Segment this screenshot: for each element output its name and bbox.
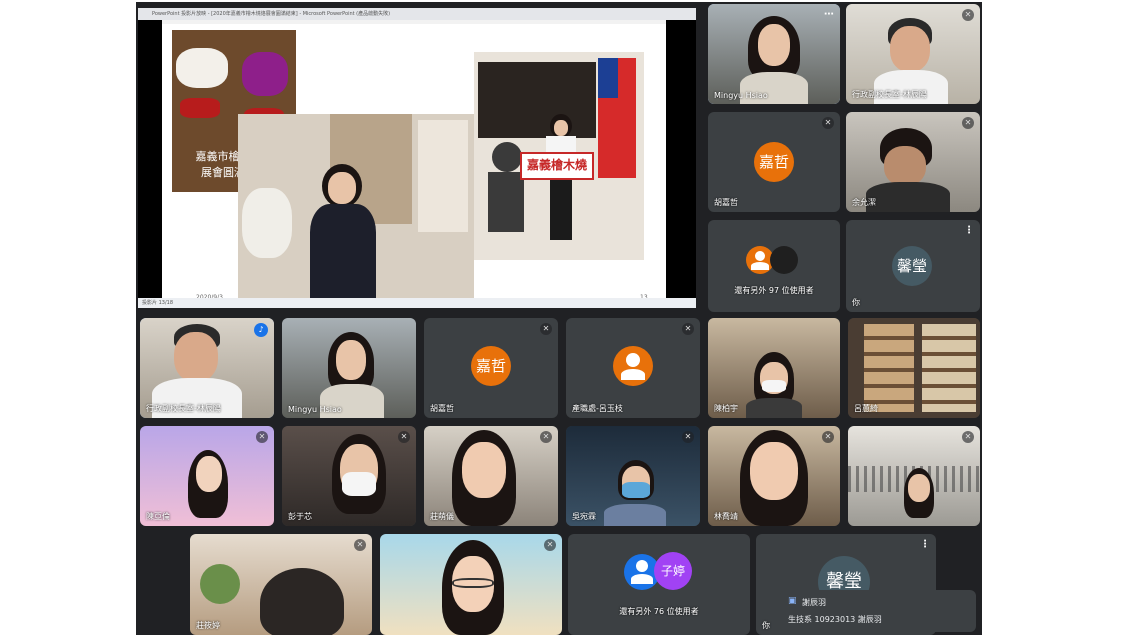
participant-name: 陳亞倫 xyxy=(146,512,170,521)
flag-photo: 嘉義檜木燒 xyxy=(474,52,644,260)
participant-tile[interactable]: 嘉哲 ✕ 胡嘉哲 xyxy=(424,318,558,418)
mic-off-icon: ✕ xyxy=(962,117,974,129)
ppt-status-bar: 投影片 13/18 xyxy=(138,298,696,308)
participant-name: 行政副校長室-林辰陽 xyxy=(852,90,927,99)
mic-off-icon: ✕ xyxy=(256,431,268,443)
participant-tile[interactable]: ✕ 莊萌儀 xyxy=(424,426,558,526)
avatar xyxy=(770,246,798,274)
chat-icon: ▣ xyxy=(788,596,797,606)
participant-name: 呂蕙綺 xyxy=(854,404,878,413)
avatar: 嘉哲 xyxy=(754,142,794,182)
participant-name: 莊萌儀 xyxy=(430,512,454,521)
participant-tile[interactable]: ✕ 林喬靖 xyxy=(708,426,840,526)
slide-margin-left xyxy=(138,20,162,308)
participant-name: 胡嘉哲 xyxy=(430,404,454,413)
avatar: 馨瑩 xyxy=(892,246,932,286)
slide-margin-right xyxy=(666,20,696,308)
participant-tile[interactable]: ✕ 吳宛霖 xyxy=(566,426,700,526)
participant-name: 吳宛霖 xyxy=(572,512,596,521)
mic-off-icon: ✕ xyxy=(822,117,834,129)
mic-off-icon: ✕ xyxy=(544,539,556,551)
others-count: 還有另外 76 位使用者 xyxy=(619,607,699,616)
participant-name: 余允潔 xyxy=(852,198,876,207)
mic-off-icon: ✕ xyxy=(962,431,974,443)
participant-tile[interactable]: 嘉哲 ✕ 胡嘉哲 xyxy=(708,112,840,212)
speaking-indicator-icon: ♪ xyxy=(254,323,268,337)
chat-sender: 謝辰羽 xyxy=(802,598,826,607)
chat-notification[interactable]: ▣ 謝辰羽 生技系 10923013 謝辰羽 xyxy=(780,590,976,632)
participant-name: Mingyu Hsiao xyxy=(714,91,768,100)
participant-tile[interactable]: 呂蕙綺 xyxy=(848,318,980,418)
more-options-icon[interactable]: ⋮ xyxy=(964,225,974,236)
others-count: 還有另外 97 位使用者 xyxy=(734,286,814,295)
avatar: 嘉哲 xyxy=(471,346,511,386)
participant-tile[interactable]: ✕ xyxy=(380,534,562,635)
participant-tile[interactable]: ♪ 行政副校長室-林辰陽 xyxy=(140,318,274,418)
person-icon xyxy=(613,346,653,386)
mic-off-icon: ✕ xyxy=(962,9,974,21)
participant-tile[interactable]: ✕ 行政副校長室-林辰陽 xyxy=(846,4,980,104)
presentation-tile[interactable]: PowerPoint 投影片放映 - [2020年嘉義市檜木燒烙展會圓滿結束] … xyxy=(138,8,696,308)
chat-message: 生技系 10923013 謝辰羽 xyxy=(788,615,882,624)
participant-tile[interactable]: 還有另外 97 位使用者 xyxy=(708,220,840,312)
mic-off-icon: ✕ xyxy=(822,431,834,443)
more-options-icon[interactable]: ⋯ xyxy=(824,9,834,20)
meet-window: PowerPoint 投影片放映 - [2020年嘉義市檜木燒烙展會圓滿結束] … xyxy=(136,2,982,635)
participant-name: Mingyu Hsiao xyxy=(288,405,342,414)
participant-name: 莊筱婷 xyxy=(196,621,220,630)
participant-tile[interactable]: 子婷 還有另外 76 位使用者 xyxy=(568,534,750,635)
participant-name: 彭于芯 xyxy=(288,512,312,521)
slide-banner: 嘉義檜木燒 xyxy=(520,152,594,180)
more-options-icon[interactable]: ⋮ xyxy=(920,539,930,550)
participant-tile[interactable]: 陳柏宇 xyxy=(708,318,840,418)
participant-name: 你 xyxy=(762,621,770,630)
mic-off-icon: ✕ xyxy=(354,539,366,551)
mic-off-icon: ✕ xyxy=(540,323,552,335)
speaker-photo xyxy=(238,114,474,298)
participant-name: 你 xyxy=(852,298,860,307)
ppt-title-bar: PowerPoint 投影片放映 - [2020年嘉義市檜木燒烙展會圓滿結束] … xyxy=(138,8,696,20)
participant-name: 行政副校長室-林辰陽 xyxy=(146,404,221,413)
participant-tile[interactable]: ✕ 彭于芯 xyxy=(282,426,416,526)
participant-tile[interactable]: ✕ 陳亞倫 xyxy=(140,426,274,526)
participant-tile[interactable]: ✕ 產職處-呂玉枝 xyxy=(566,318,700,418)
mic-off-icon: ✕ xyxy=(540,431,552,443)
participant-tile[interactable]: Mingyu Hsiao xyxy=(282,318,416,418)
slide: 嘉義市檜木燒烙 展會圓滿結束 嘉義檜木燒 xyxy=(162,24,666,304)
mic-off-icon: ✕ xyxy=(398,431,410,443)
participant-name: 林喬靖 xyxy=(714,512,738,521)
mic-off-icon: ✕ xyxy=(682,323,694,335)
participant-name: 胡嘉哲 xyxy=(714,198,738,207)
participant-name: 陳柏宇 xyxy=(714,404,738,413)
participant-name: 產職處-呂玉枝 xyxy=(572,404,623,413)
mic-off-icon: ✕ xyxy=(682,431,694,443)
participant-tile[interactable]: ✕ 余允潔 xyxy=(846,112,980,212)
participant-tile[interactable]: ⋯ Mingyu Hsiao xyxy=(708,4,840,104)
avatar: 子婷 xyxy=(654,552,692,590)
participant-tile[interactable]: ✕ 莊筱婷 xyxy=(190,534,372,635)
self-tile[interactable]: 馨瑩 ⋮ 你 xyxy=(846,220,980,312)
participant-tile[interactable]: ✕ xyxy=(848,426,980,526)
